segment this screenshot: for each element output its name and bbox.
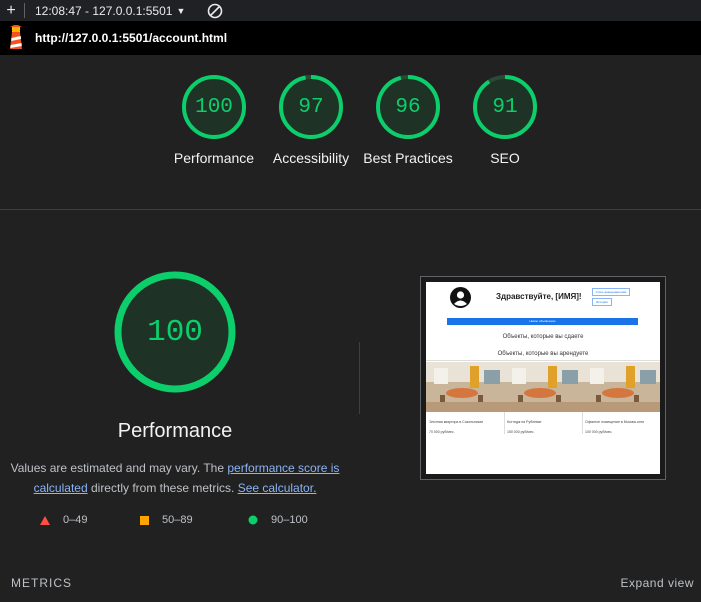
report-selector[interactable]: 12:08:47 - 127.0.0.1:5501 ▼ [35,4,185,18]
avatar-icon [450,287,471,308]
card-divider [504,412,505,434]
legend-pass: 90–100 [248,514,308,526]
gauge-best-practices[interactable]: 96 Best Practices [358,74,458,168]
devtools-toolbar: + 12:08:47 - 127.0.0.1:5501 ▼ [0,0,701,21]
screenshot-heading-2: Объекты, которые вы арендуете [497,351,589,357]
screenshot-button-1: Стать арендодателем [592,288,630,296]
screenshot-heading-1: Объекты, которые вы сдаете [502,334,584,340]
gauge-score: 100 [195,95,233,119]
gauge-score: 96 [395,95,421,119]
gauge-performance[interactable]: 100 Performance [164,74,264,168]
card-price: 150 000 руб/мес. [507,430,535,434]
audited-url[interactable]: http://127.0.0.1:5501/account.html [35,31,227,45]
card-name: Коттедж на Рублевке [507,420,542,424]
dropdown-caret-icon: ▼ [176,5,186,16]
performance-score-large: 100 [147,314,203,350]
room-photo-icon [582,362,660,412]
triangle-icon [40,515,50,525]
legend-range: 50–89 [162,514,193,526]
final-screenshot[interactable]: Здравствуйте, [ИМЯ]! Стать арендодателем… [420,276,666,480]
room-photo-icon [426,362,504,412]
see-calculator-link[interactable]: See calculator. [238,481,317,495]
toolbar-divider [24,3,25,18]
circle-icon [248,515,258,525]
room-photo-icon [504,362,582,412]
card-name: Офисное помещение в Москва-сити [585,420,645,424]
lighthouse-logo-icon [10,25,22,49]
performance-title: Performance [117,420,233,442]
screenshot-rule [426,360,660,361]
card-price: 70 000 руб/мес. [429,430,455,434]
gauge-score: 91 [492,95,518,119]
screenshot-main-button: Новое объявление [447,318,638,325]
screenshot-greeting: Здравствуйте, [ИМЯ]! [496,292,582,301]
card-price: 100 000 руб/мес. [585,430,613,434]
gauge-accessibility[interactable]: 97 Accessibility [261,74,361,168]
report-selector-label: 12:08:47 - 127.0.0.1:5501 [35,3,173,18]
new-report-button[interactable]: + [0,0,22,21]
gauge-seo[interactable]: 91 SEO [455,74,555,168]
square-icon [140,515,149,525]
legend-range: 90–100 [271,514,308,526]
screenshot-button-2: История [592,298,612,306]
card-name: Элитная квартира в Сокольниках [429,420,484,424]
legend-range: 0–49 [63,514,88,526]
url-bar: http://127.0.0.1:5501/account.html [0,21,701,55]
expand-view-button[interactable]: Expand view [620,576,694,590]
gauge-label: Best Practices [363,150,453,166]
gauge-label: SEO [490,150,520,166]
gauge-label: Accessibility [272,150,350,166]
gauge-score: 97 [298,95,324,119]
gauge-label: Performance [173,150,255,166]
vertical-divider [359,342,360,414]
card-divider [582,412,583,434]
legend-average: 50–89 [140,514,193,526]
section-divider [0,209,701,210]
screenshot-card: Элитная квартира в Сокольниках 70 000 ру… [426,362,504,434]
screenshot-card: Коттедж на Рублевке 150 000 руб/мес. [504,362,582,434]
clear-icon[interactable] [207,3,223,19]
screenshot-card: Офисное помещение в Москва-сити 100 000 … [582,362,660,434]
legend-fail: 0–49 [40,514,87,526]
desc-text-2: directly from these metrics. [87,481,238,495]
desc-text-1: Values are estimated and may vary. The [10,461,228,475]
performance-description: Values are estimated and may vary. The p… [0,458,350,498]
metrics-heading: METRICS [11,576,72,590]
